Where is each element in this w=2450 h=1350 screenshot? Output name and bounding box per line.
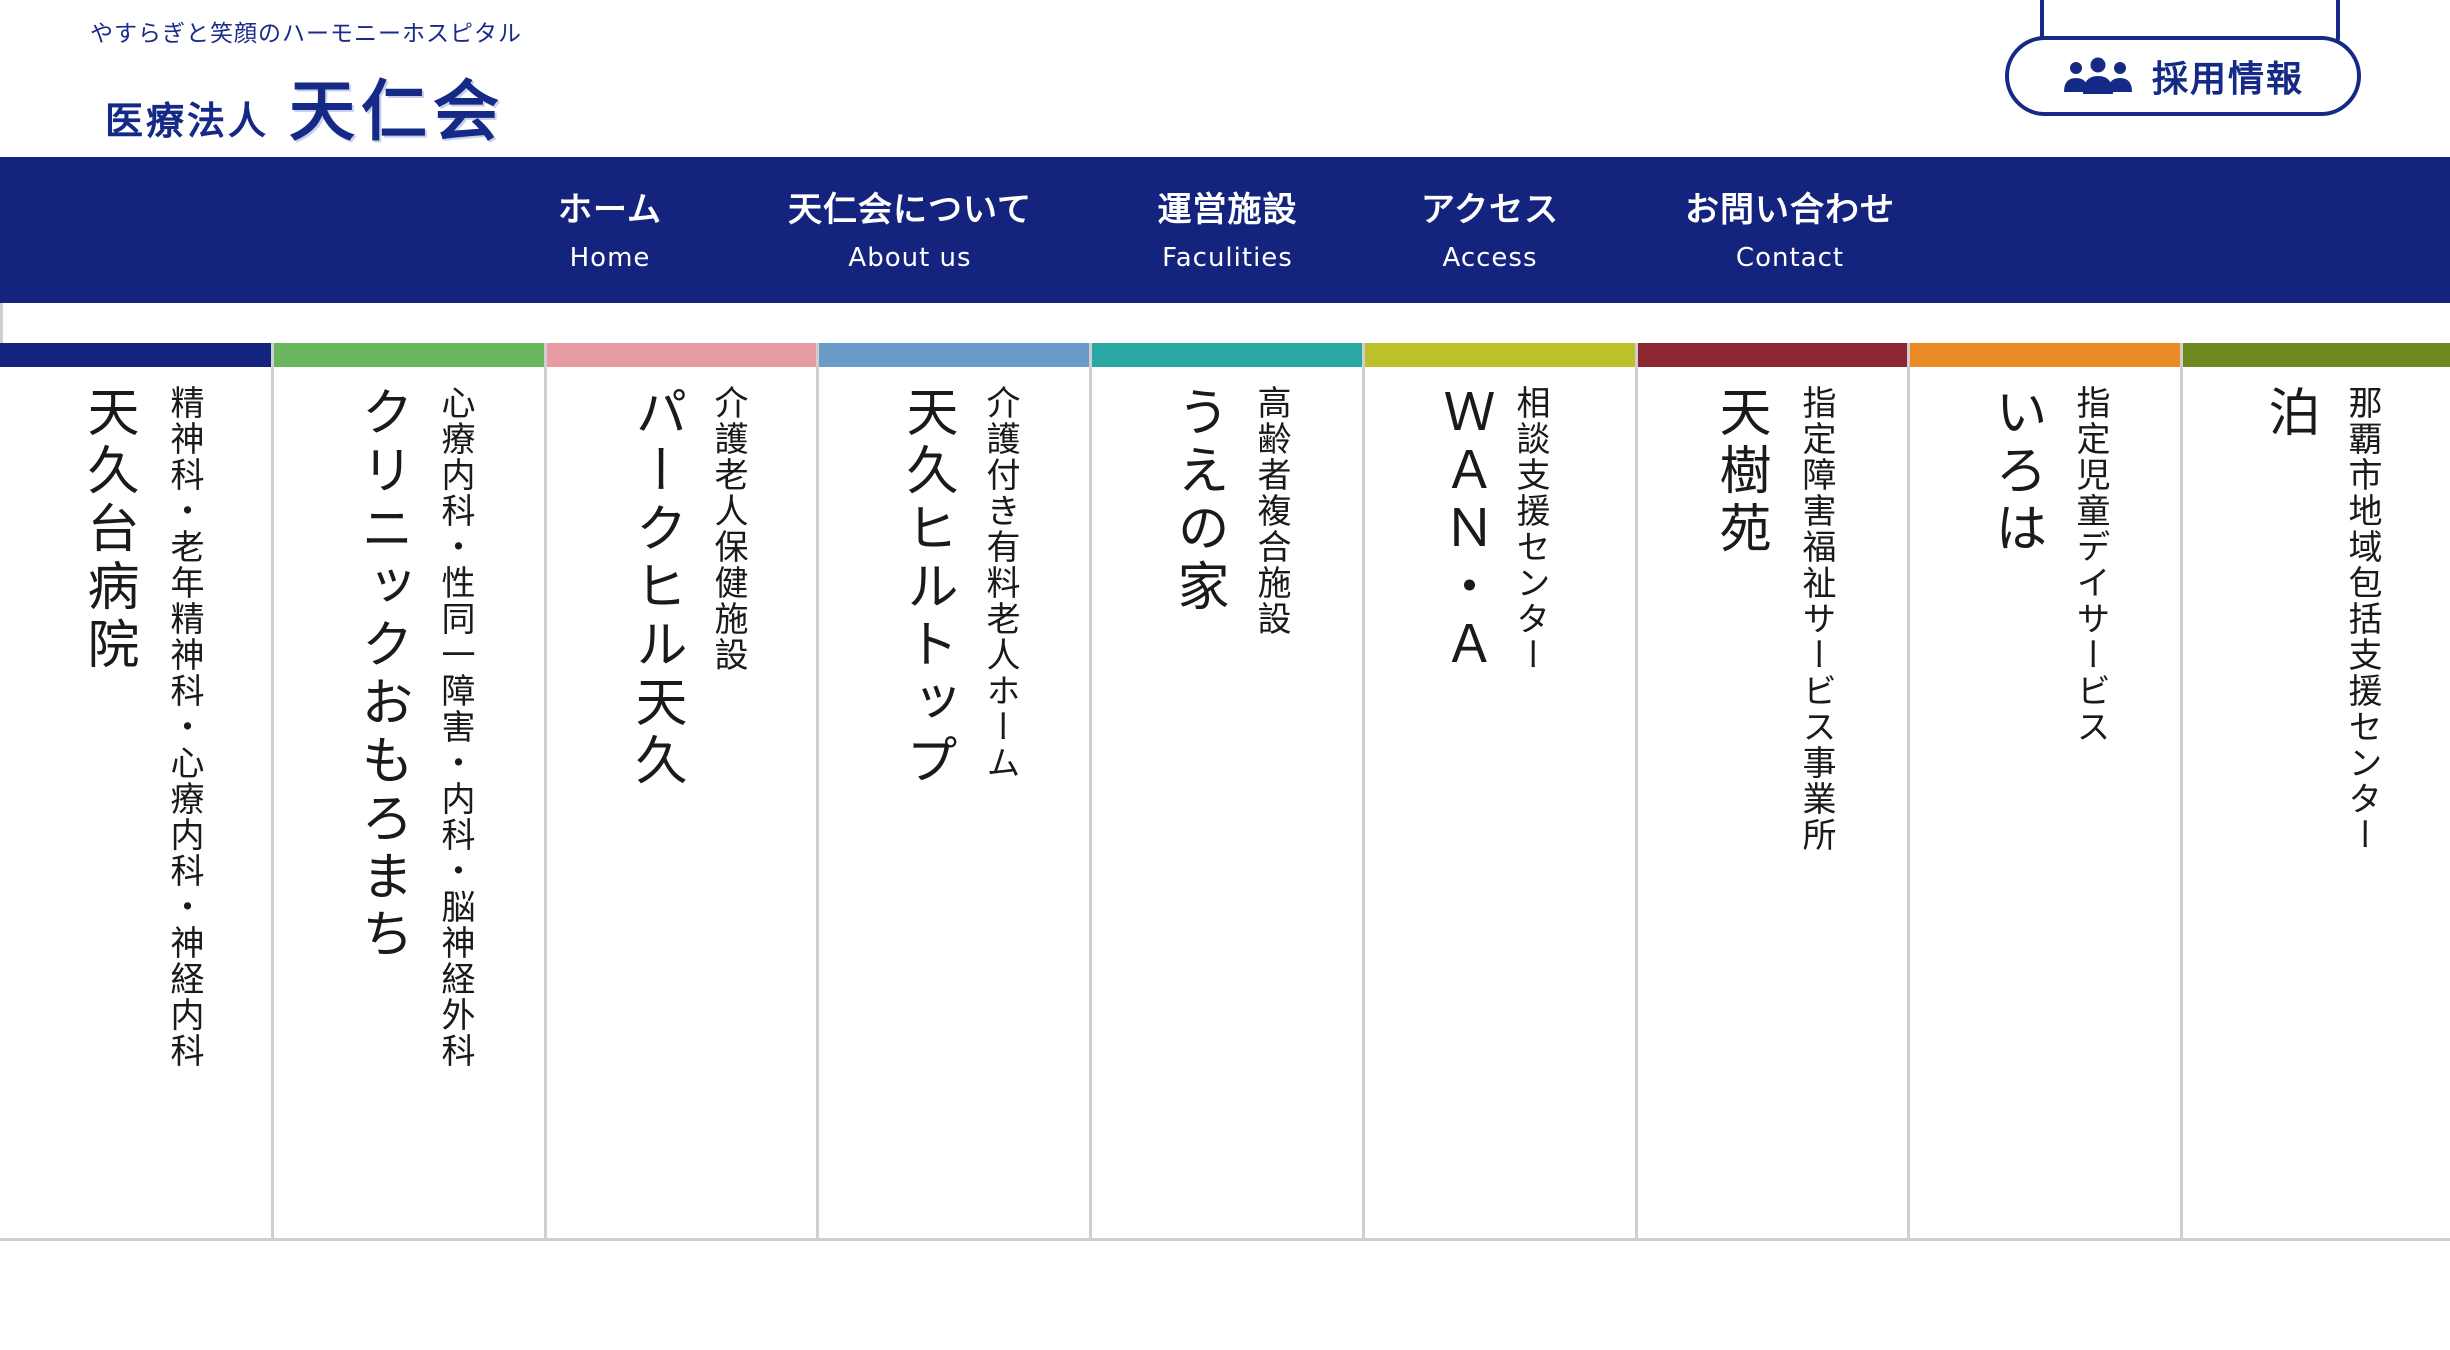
facility-name: 泊 [2259,385,2319,443]
facility-name: クリニックおもろまち [352,385,412,965]
nav-item-sublabel: Contact [1735,243,1845,273]
main-nav: ホーム Home 天仁会について About us 運営施設 Faculitie… [0,157,2450,303]
facility-description: 精神科・老年精神科・心療内科・神経内科 [164,385,204,1069]
nav-item-sublabel: About us [848,243,972,273]
facility-color-bar [2183,343,2450,367]
nav-item-sublabel: Home [569,243,651,273]
facility-color-bar [819,343,1089,367]
recruit-button[interactable]: 採用情報 [2005,36,2361,116]
site-logo[interactable]: 医療法人 天仁会 [105,58,505,154]
site-tagline: やすらぎと笑顔のハーモニーホスピタル [90,21,522,47]
facility-card-parkhill[interactable]: パークヒル天久 介護老人保健施設 [547,343,819,1241]
facility-card-tenkudai[interactable]: 天久台病院 精神科・老年精神科・心療内科・神経内科 [0,343,274,1241]
facility-card-iroha[interactable]: いろは 指定児童デイサービス [1910,343,2183,1241]
nav-item-facilities[interactable]: 運営施設 Faculities [1110,157,1345,303]
nav-item-label: 天仁会について [788,190,1032,230]
facility-description: 心療内科・性同一障害・内科・脳神経外科 [435,385,475,1069]
facility-description: 介護老人保健施設 [708,385,748,673]
nav-item-sublabel: Faculities [1162,243,1293,273]
facility-card-omoromachi[interactable]: クリニックおもろまち 心療内科・性同一障害・内科・脳神経外科 [274,343,547,1241]
facility-name: うえの家 [1168,385,1228,617]
facility-card-uenoya[interactable]: うえの家 高齢者複合施設 [1092,343,1365,1241]
facility-color-bar [547,343,816,367]
facility-name: パークヒル天久 [626,385,686,791]
nav-item-access[interactable]: アクセス Access [1390,157,1590,303]
logo-main: 天仁会 [289,72,506,150]
facility-color-bar [1365,343,1635,367]
site-header: やすらぎと笑顔のハーモニーホスピタル 医療法人 天仁会 採用情報 [0,0,2450,157]
facility-color-bar [274,343,544,367]
nav-item-label: アクセス [1420,190,1560,230]
logo-prefix: 医療法人 [105,98,270,143]
nav-item-about[interactable]: 天仁会について About us [760,157,1060,303]
facility-list: 天久台病院 精神科・老年精神科・心療内科・神経内科 クリニックおもろまち 心療内… [0,343,2450,1241]
facility-card-wana[interactable]: ＷＡＮ・Ａ 相談支援センター [1365,343,1638,1241]
facility-description: 指定児童デイサービス [2070,385,2110,745]
facility-description: 高齢者複合施設 [1251,385,1291,637]
facility-color-bar [1910,343,2180,367]
facility-name: 天久ヒルトップ [897,385,957,791]
facility-color-bar [1092,343,1362,367]
facility-name: 天久台病院 [78,385,138,675]
people-icon [2063,57,2132,94]
nav-item-label: 運営施設 [1157,190,1298,230]
recruit-label: 採用情報 [2151,59,2304,100]
facility-description: 那覇市地域包括支援センター [2342,385,2382,853]
nav-item-label: ホーム [558,190,662,230]
facility-name: ＷＡＮ・Ａ [1434,385,1494,675]
facility-card-tenjuen[interactable]: 天樹苑 指定障害福祉サービス事業所 [1638,343,1910,1241]
facility-color-bar [0,343,271,367]
facility-description: 相談支援センター [1510,385,1550,673]
nav-item-label: お問い合わせ [1685,190,1895,230]
facility-color-bar [1638,343,1907,367]
facility-card-tomari[interactable]: 泊 那覇市地域包括支援センター [2183,343,2450,1241]
nav-item-home[interactable]: ホーム Home [510,157,710,303]
nav-item-sublabel: Access [1442,243,1538,273]
facility-name: 天樹苑 [1710,385,1770,559]
facility-description: 介護付き有料老人ホーム [980,385,1020,781]
facility-name: いろは [1986,385,2046,559]
nav-item-contact[interactable]: お問い合わせ Contact [1650,157,1930,303]
facility-card-hilltop[interactable]: 天久ヒルトップ 介護付き有料老人ホーム [819,343,1092,1241]
facility-description: 指定障害福祉サービス事業所 [1796,385,1836,853]
